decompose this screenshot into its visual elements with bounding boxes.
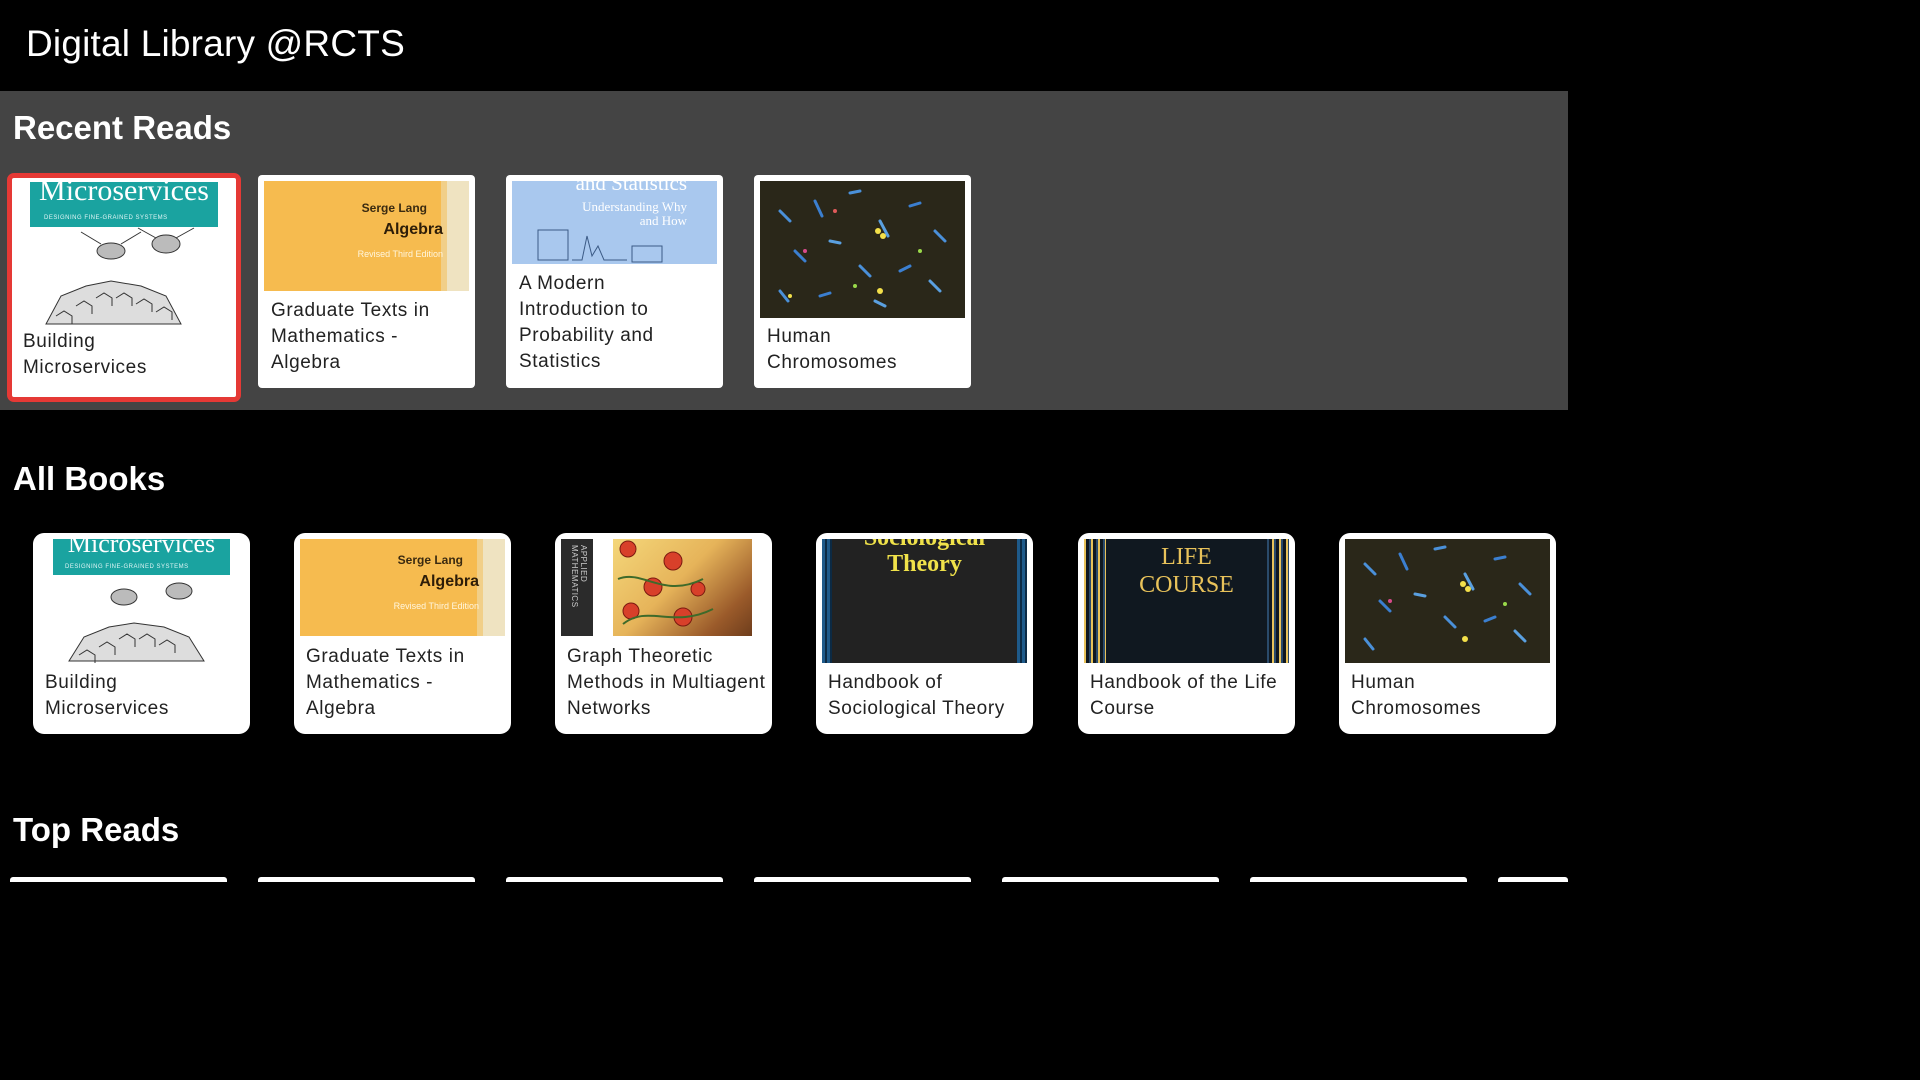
section-title-top-reads: Top Reads	[13, 811, 180, 848]
bee-honeycomb-illustration	[45, 227, 195, 325]
all-book-card-graph-theoretic[interactable]: APPLIED MATHEMATICS Graph Theoretic Meth…	[555, 533, 772, 734]
all-book-card-human-chromosomes[interactable]: Human Chromosomes	[1339, 533, 1556, 734]
cover-subtitle: DESIGNING FINE-GRAINED SYSTEMS	[65, 564, 189, 570]
book-cover-chromosomes	[1345, 539, 1550, 663]
cover-spine-text: APPLIED MATHEMATICS	[570, 545, 588, 608]
cover-title: Theory	[887, 551, 962, 577]
bee-honeycomb-illustration	[68, 582, 205, 663]
all-book-card-algebra[interactable]: Serge Lang Algebra Revised Third Edition…	[294, 533, 511, 734]
recent-book-card-building-microservices[interactable]: Microservices DESIGNING FINE-GRAINED SYS…	[7, 173, 241, 402]
top-read-card-partial[interactable]	[258, 877, 475, 882]
book-title: Graduate Texts in Mathematics - Algebra	[306, 646, 465, 719]
chromosome-image	[778, 189, 947, 308]
app-title: Digital Library @RCTS	[26, 23, 405, 64]
tomato-vine-illustration	[617, 540, 714, 627]
book-title: Graph Theoretic Methods in Multiagent Ne…	[567, 646, 766, 719]
cover-title: COURSE	[1139, 572, 1234, 598]
section-title-recent: Recent Reads	[13, 109, 232, 146]
top-read-card-partial[interactable]	[1002, 877, 1219, 882]
cover-gap	[593, 539, 613, 636]
chromosome-image	[1363, 545, 1532, 651]
all-book-card-building-microservices[interactable]: Microservices DESIGNING FINE-GRAINED SYS…	[33, 533, 250, 734]
top-read-card-partial[interactable]	[506, 877, 723, 882]
book-cover-chromosomes	[760, 181, 965, 318]
book-cover-microservices: Microservices DESIGNING FINE-GRAINED SYS…	[16, 182, 232, 325]
cover-strip	[483, 539, 505, 636]
cover-title: LIFE	[1161, 544, 1212, 570]
top-read-card-partial[interactable]	[1498, 877, 1568, 882]
cover-title: Microservices	[67, 539, 216, 558]
cover-title: Algebra	[419, 573, 479, 590]
cover-author: Serge Lang	[361, 201, 427, 215]
book-cover-probability: and Statistics Understanding Why and How	[512, 181, 717, 264]
book-title: Human Chromosomes	[1351, 672, 1482, 719]
top-read-card-partial[interactable]	[10, 877, 227, 882]
cover-strip	[447, 181, 469, 291]
all-book-card-sociological-theory[interactable]: Sociological Theory Handbook of Sociolog…	[816, 533, 1033, 734]
book-title: Handbook of the Life Course	[1090, 672, 1278, 719]
book-cover-sociology: Sociological Theory	[822, 539, 1027, 663]
app-bar: Digital Library @RCTS	[0, 0, 1568, 91]
cover-edition: Revised Third Edition	[393, 601, 479, 611]
recent-reads-section: Recent Reads Microservices DESIGNING FIN…	[0, 91, 1568, 410]
book-cover-algebra: Serge Lang Algebra Revised Third Edition	[264, 181, 469, 291]
section-title-all-books: All Books	[13, 460, 166, 497]
book-cover-microservices: Microservices DESIGNING FINE-GRAINED SYS…	[39, 539, 244, 663]
book-cover-life-course: LIFE COURSE	[1084, 539, 1289, 663]
book-cover-graph: APPLIED MATHEMATICS	[561, 539, 752, 636]
book-title: A Modern Introduction to Probability and…	[519, 273, 654, 372]
cover-subtitle: Understanding Why	[582, 199, 687, 214]
cover-edition: Revised Third Edition	[357, 249, 443, 259]
book-title: Human Chromosomes	[767, 326, 898, 373]
all-book-card-life-course[interactable]: LIFE COURSE Handbook of the Life Course	[1078, 533, 1295, 734]
cover-art	[613, 539, 752, 636]
cover-title: Algebra	[383, 221, 443, 238]
cover-title: Microservices	[39, 182, 209, 207]
recent-book-card-human-chromosomes[interactable]: Human Chromosomes	[754, 175, 971, 388]
book-title: Handbook of Sociological Theory	[828, 672, 1005, 719]
cover-author: Serge Lang	[397, 553, 463, 567]
book-title: Building Microservices	[23, 331, 147, 378]
top-read-card-partial[interactable]	[1250, 877, 1467, 882]
cover-subtitle: DESIGNING FINE-GRAINED SYSTEMS	[44, 215, 168, 221]
cover-title: and Statistics	[575, 181, 687, 195]
recent-book-card-probability[interactable]: and Statistics Understanding Why and How…	[506, 175, 723, 388]
top-read-card-partial[interactable]	[754, 877, 971, 882]
cover-plot-illustration	[537, 229, 663, 263]
book-cover-algebra: Serge Lang Algebra Revised Third Edition	[300, 539, 505, 636]
book-title: Building Microservices	[45, 672, 169, 719]
recent-book-card-algebra[interactable]: Serge Lang Algebra Revised Third Edition…	[258, 175, 475, 388]
book-title: Graduate Texts in Mathematics - Algebra	[271, 300, 430, 373]
